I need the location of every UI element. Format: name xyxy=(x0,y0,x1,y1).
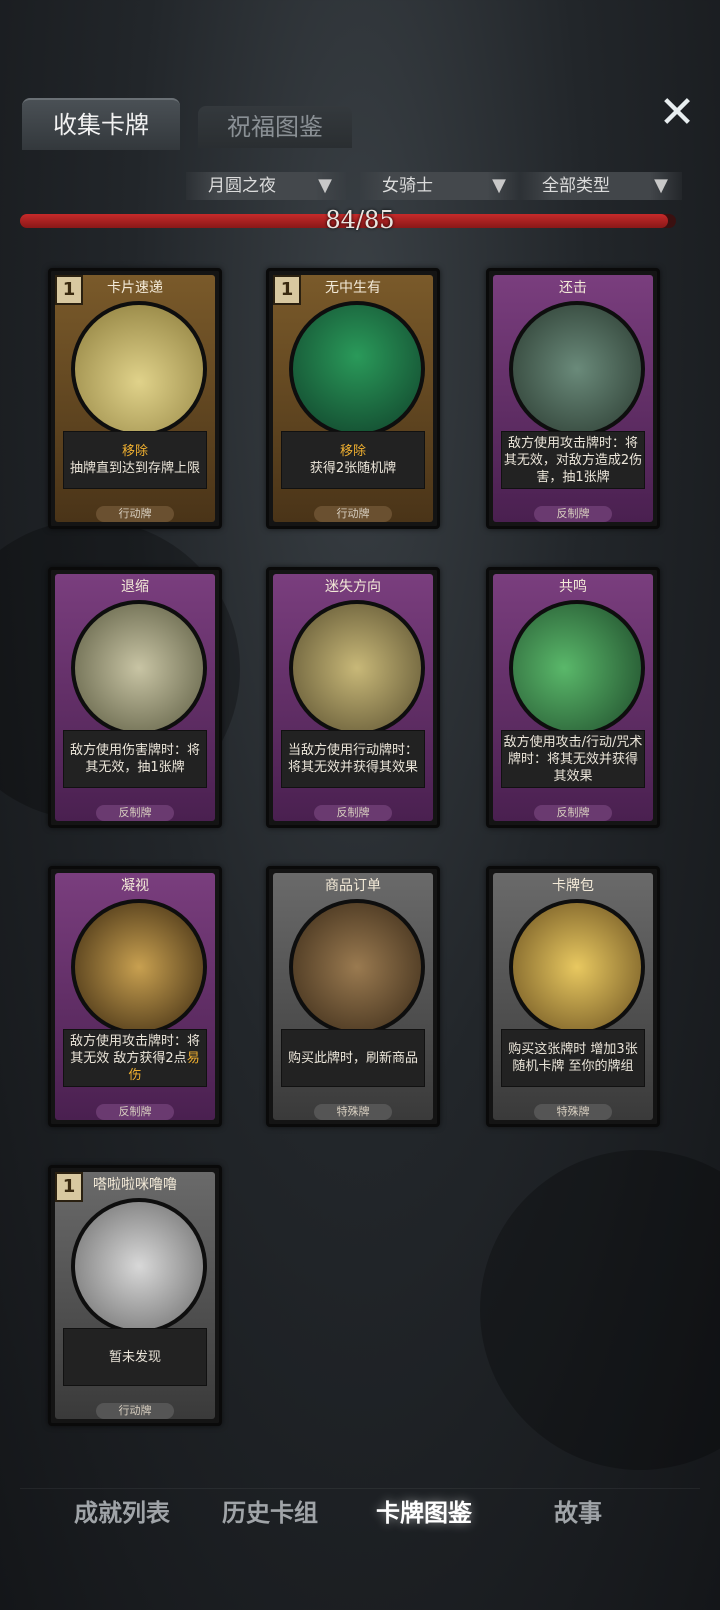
card-description-text: 获得2张随机牌 xyxy=(309,461,397,476)
card-description-text: 敌方使用伤害牌时：将其无效，抽1张牌 xyxy=(69,743,200,775)
card-name: 共鸣 xyxy=(559,579,587,595)
filter-character[interactable]: 女骑士 ▼ xyxy=(360,172,520,200)
card-item[interactable]: 共鸣敌方使用攻击/行动/咒术牌时：将其无效并获得其效果反制牌 xyxy=(486,567,660,828)
card-description: 敌方使用攻击牌时：将其无效，对敌方造成2伤害，抽1张牌 xyxy=(501,431,645,489)
card-type-label: 特殊牌 xyxy=(314,1104,392,1120)
card-art xyxy=(71,899,207,1035)
card-description-text: 敌方使用攻击牌时：将其无效，对敌方造成2伤害，抽1张牌 xyxy=(503,435,643,485)
card-name: 迷失方向 xyxy=(325,579,381,595)
nav-deck-history[interactable]: 历史卡组 xyxy=(200,1489,340,1537)
card-item[interactable]: 还击敌方使用攻击牌时：将其无效，对敌方造成2伤害，抽1张牌反制牌 xyxy=(486,268,660,529)
nav-achievements[interactable]: 成就列表 xyxy=(52,1489,192,1537)
card-keyword: 移除 xyxy=(121,444,148,459)
card-type-label: 行动牌 xyxy=(96,1403,174,1419)
card-item[interactable]: 无中生有 1 移除 获得2张随机牌 行动牌 xyxy=(266,268,440,529)
card-name: 卡牌包 xyxy=(552,878,594,894)
card-art xyxy=(289,301,425,437)
nav-story[interactable]: 故事 xyxy=(508,1489,648,1537)
card-keyword: 易伤 xyxy=(128,1050,200,1083)
card-cost-badge: 1 xyxy=(55,275,83,305)
card-name: 退缩 xyxy=(121,579,149,595)
filter-funnel-icon: ▼ xyxy=(492,175,506,196)
card-item[interactable]: 商品订单购买此牌时，刷新商品 特殊牌 xyxy=(266,866,440,1127)
card-description: 敌方使用攻击/行动/咒术牌时：将其无效并获得其效果 xyxy=(501,730,645,788)
card-item[interactable]: 凝视敌方使用攻击牌时：将其无效 敌方获得2点易伤反制牌 xyxy=(48,866,222,1127)
tab-blessing-codex[interactable]: 祝福图鉴 xyxy=(198,106,352,148)
bottom-nav: 成就列表 历史卡组 卡牌图鉴 故事 xyxy=(20,1488,700,1537)
card-art xyxy=(289,600,425,736)
card-description-text: 敌方使用攻击/行动/咒术牌时：将其无效并获得其效果 xyxy=(503,734,643,784)
card-type-label: 反制牌 xyxy=(96,1104,174,1120)
card-description: 暂未发现 xyxy=(63,1328,207,1386)
card-description: 敌方使用伤害牌时：将其无效，抽1张牌 xyxy=(63,730,207,788)
card-description: 购买这张牌时 增加3张随机卡牌 至你的牌组 xyxy=(501,1029,645,1087)
card-name: 凝视 xyxy=(121,878,149,894)
card-type-label: 行动牌 xyxy=(96,506,174,522)
filter-label: 月圆之夜 xyxy=(208,176,276,196)
card-type-label: 特殊牌 xyxy=(534,1104,612,1120)
card-type-label: 反制牌 xyxy=(534,805,612,821)
collection-progress-text: 84/85 xyxy=(325,206,395,234)
card-type-label: 反制牌 xyxy=(96,805,174,821)
filter-scenario[interactable]: 月圆之夜 ▼ xyxy=(186,172,346,200)
filter-type[interactable]: 全部类型 ▼ xyxy=(520,172,682,200)
card-item[interactable]: 退缩敌方使用伤害牌时：将其无效，抽1张牌反制牌 xyxy=(48,567,222,828)
card-type-label: 行动牌 xyxy=(314,506,392,522)
card-art xyxy=(509,899,645,1035)
tab-collect-cards[interactable]: 收集卡牌 xyxy=(22,98,180,150)
filter-funnel-icon: ▼ xyxy=(318,175,332,196)
card-description: 当敌方使用行动牌时：将其无效并获得其效果 xyxy=(281,730,425,788)
card-type-label: 反制牌 xyxy=(534,506,612,522)
card-description: 移除抽牌直到达到存牌上限 xyxy=(63,431,207,489)
filter-label: 全部类型 xyxy=(542,176,610,196)
card-name: 商品订单 xyxy=(325,878,381,894)
card-art xyxy=(509,600,645,736)
card-description: 购买此牌时，刷新商品 xyxy=(281,1029,425,1087)
filter-label: 女骑士 xyxy=(382,176,433,196)
card-description-text: 购买这张牌时 增加3张随机卡牌 至你的牌组 xyxy=(508,1042,638,1074)
card-item[interactable]: 嗒啦啦咪噜噜 1 暂未发现 行动牌 xyxy=(48,1165,222,1426)
filter-funnel-icon: ▼ xyxy=(654,175,668,196)
card-art xyxy=(71,301,207,437)
card-description-text: 当敌方使用行动牌时：将其无效并获得其效果 xyxy=(287,743,418,775)
card-item[interactable]: 卡牌包购买这张牌时 增加3张随机卡牌 至你的牌组特殊牌 xyxy=(486,866,660,1127)
card-cost-badge: 1 xyxy=(273,275,301,305)
card-art xyxy=(289,899,425,1035)
card-art xyxy=(71,1198,207,1334)
card-description: 敌方使用攻击牌时：将其无效 敌方获得2点易伤 xyxy=(63,1029,207,1087)
nav-card-codex[interactable]: 卡牌图鉴 xyxy=(354,1489,494,1537)
card-description-text: 购买此牌时，刷新商品 xyxy=(287,1050,418,1066)
card-item[interactable]: 卡片速递 1 移除 抽牌直到达到存牌上限 行动牌 xyxy=(48,268,222,529)
card-description-text: 抽牌直到达到存牌上限 xyxy=(69,461,200,476)
card-name: 还击 xyxy=(559,280,587,296)
card-keyword: 移除 xyxy=(339,444,366,459)
card-type-label: 反制牌 xyxy=(314,805,392,821)
card-cost-badge: 1 xyxy=(55,1172,83,1202)
card-art xyxy=(71,600,207,736)
card-description-text: 敌方使用攻击牌时：将其无效 敌方获得2点易伤 xyxy=(69,1033,200,1083)
card-art xyxy=(509,301,645,437)
card-description-text: 暂未发现 xyxy=(108,1349,161,1365)
card-item[interactable]: 迷失方向当敌方使用行动牌时：将其无效并获得其效果反制牌 xyxy=(266,567,440,828)
card-description: 移除获得2张随机牌 xyxy=(281,431,425,489)
close-icon[interactable]: ✕ xyxy=(654,90,700,136)
